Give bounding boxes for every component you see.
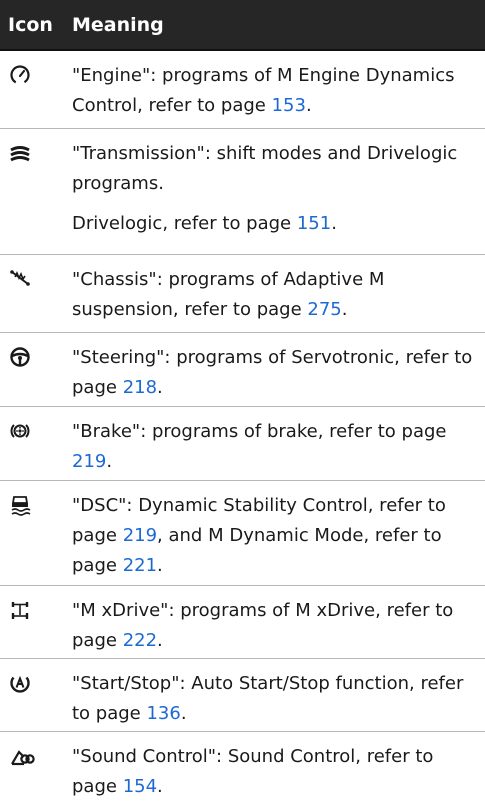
chassis-shock-icon — [0, 255, 72, 332]
meaning-text-end: . — [180, 703, 187, 724]
meaning-text: "Transmission": shift modes and Drive­lo… — [72, 143, 458, 194]
meaning-text-end: . — [157, 377, 163, 398]
meaning-text-end: . — [331, 213, 337, 234]
table-row: "DSC": Dynamic Stability Control, refer … — [0, 481, 485, 586]
row-meaning: "Brake": programs of brake, refer to pag… — [72, 407, 485, 480]
page-link[interactable]: 219 — [123, 525, 157, 546]
page-link[interactable]: 153 — [272, 95, 306, 116]
meaning-text-end: . — [305, 95, 312, 116]
page-link[interactable]: 154 — [123, 776, 157, 797]
meaning-text: "Brake": programs of brake, refer to pag… — [72, 421, 447, 442]
table-row: "Start/Stop": Auto Start/Stop function, … — [0, 659, 485, 732]
page-link[interactable]: 151 — [297, 213, 331, 234]
page-link[interactable]: 221 — [123, 555, 157, 576]
row-meaning: "Sound Control": Sound Control, refer to… — [72, 732, 485, 812]
table-row: "Brake": programs of brake, refer to pag… — [0, 407, 485, 481]
sound-control-icon — [0, 732, 72, 812]
row-meaning: "DSC": Dynamic Stability Control, refer … — [72, 481, 485, 585]
auto-start-stop-icon — [0, 659, 72, 731]
meaning-text-end: . — [157, 630, 163, 651]
header-meaning-column: Meaning — [72, 13, 164, 36]
meaning-text-end: . — [341, 299, 348, 320]
page-link[interactable]: 219 — [72, 451, 106, 472]
transmission-icon — [0, 129, 72, 254]
meaning-text: "Start/Stop": Auto Start/Stop function, … — [72, 673, 464, 724]
table-row: "Sound Control": Sound Control, refer to… — [0, 732, 485, 812]
row-meaning: "Engine": programs of M Engine Dy­namics… — [72, 51, 485, 128]
page-link[interactable]: 275 — [307, 299, 341, 320]
table-row: "Transmission": shift modes and Drive­lo… — [0, 129, 485, 255]
table-row: "M xDrive": programs of M xDrive, refer … — [0, 586, 485, 659]
meaning-text-end: . — [157, 776, 163, 797]
row-meaning: "Steering": programs of Servotronic, re­… — [72, 333, 485, 406]
page-link[interactable]: 136 — [146, 703, 180, 724]
dsc-car-icon — [0, 481, 72, 585]
table-header: Icon Meaning — [0, 0, 485, 51]
icon-meaning-table: Icon Meaning "Engine": programs of M Eng… — [0, 0, 485, 812]
steering-wheel-icon — [0, 333, 72, 406]
row-meaning: "Chassis": programs of Adaptive M suspen… — [72, 255, 485, 332]
table-row: "Engine": programs of M Engine Dy­namics… — [0, 51, 485, 129]
row-meaning: "Transmission": shift modes and Drive­lo… — [72, 129, 485, 254]
meaning-text: Drivelogic, refer to page — [72, 213, 297, 234]
table-row: "Chassis": programs of Adaptive M suspen… — [0, 255, 485, 333]
meaning-text: "Engine": programs of M Engine Dy­namics… — [72, 65, 455, 116]
header-icon-column: Icon — [8, 13, 53, 36]
brake-disc-icon — [0, 407, 72, 480]
engine-gauge-icon — [0, 51, 72, 128]
table-row: "Steering": programs of Servotronic, re­… — [0, 333, 485, 407]
meaning-text-end: . — [157, 555, 163, 576]
row-meaning: "Start/Stop": Auto Start/Stop function, … — [72, 659, 485, 731]
meaning-text-end: . — [106, 451, 113, 472]
page-link[interactable]: 218 — [123, 377, 157, 398]
xdrive-axle-icon — [0, 586, 72, 658]
row-meaning: "M xDrive": programs of M xDrive, refer … — [72, 586, 485, 658]
page-link[interactable]: 222 — [123, 630, 157, 651]
